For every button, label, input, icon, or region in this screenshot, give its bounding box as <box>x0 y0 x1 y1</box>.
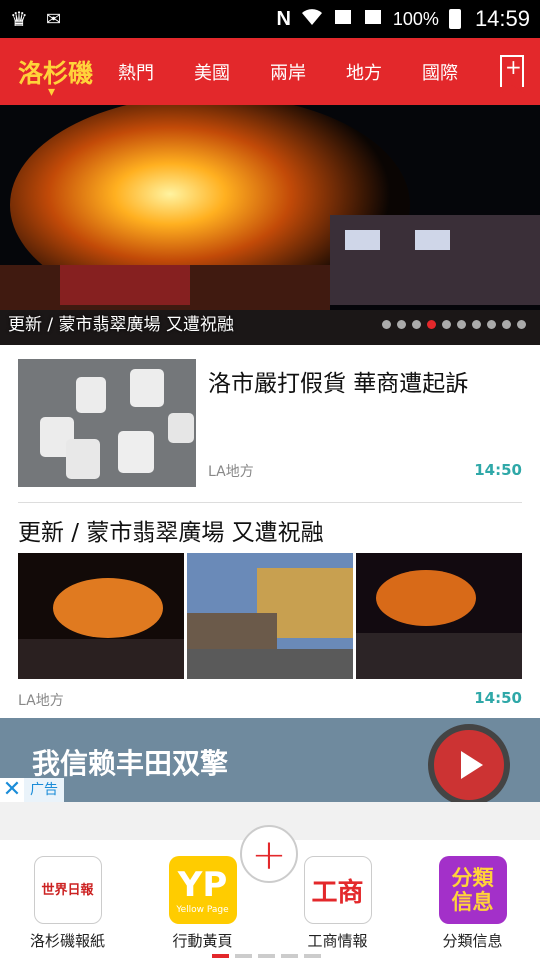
page-dot <box>212 954 229 958</box>
app-label: 洛杉磯報紙 <box>29 932 105 950</box>
app-label: 分類信息 <box>442 932 503 950</box>
newspaper-icon: 世界日報 <box>33 856 102 924</box>
icon-text: 世界日報 <box>41 882 94 898</box>
carousel-dot[interactable] <box>397 320 406 329</box>
chevron-down-icon: ▾ <box>48 83 56 100</box>
signal-icon <box>333 8 353 31</box>
nfc-icon: N <box>276 7 291 30</box>
wifi-icon <box>301 8 323 31</box>
page-dot <box>235 954 252 958</box>
carousel-dot[interactable] <box>412 320 421 329</box>
article-gallery[interactable] <box>18 553 522 679</box>
tab-cross-strait[interactable]: 兩岸 <box>250 59 326 85</box>
close-icon[interactable]: ✕ <box>0 778 24 802</box>
tab-us[interactable]: 美國 <box>174 59 250 85</box>
ad-banner[interactable]: 我信赖丰田双擎 <box>0 718 540 802</box>
battery-icon <box>448 9 461 29</box>
mail-icon: ✉ <box>45 8 62 29</box>
hero-caption: 更新 / 蒙市翡翠廣場 又遭祝融 <box>8 315 234 335</box>
city-label: 洛杉磯 <box>18 58 94 88</box>
gallery-image <box>18 553 184 679</box>
app-classifieds[interactable]: 分類信息 分類信息 <box>405 856 540 951</box>
page-indicator <box>212 954 321 958</box>
article-source: LA地方 <box>208 464 254 480</box>
article-time: 14:50 <box>474 461 522 479</box>
fire-photo <box>0 105 540 345</box>
carousel-dot[interactable] <box>442 320 451 329</box>
classifieds-icon: 分類信息 <box>438 856 507 924</box>
carousel-dot[interactable] <box>427 320 436 329</box>
carousel-dot[interactable] <box>472 320 481 329</box>
carousel-dot[interactable] <box>517 320 526 329</box>
ad-badge: ✕ 广告 <box>0 778 64 802</box>
news-list: 洛市嚴打假貨 華商遭起訴 LA地方 14:50 更新 / 蒙市翡翠廣場 又遭祝融… <box>0 345 540 718</box>
divider <box>18 502 522 503</box>
page-dot <box>281 954 298 958</box>
app-label: 工商情報 <box>307 932 368 950</box>
carousel-dot[interactable] <box>487 320 496 329</box>
bookmark-add-icon[interactable] <box>500 55 524 93</box>
gallery-image <box>187 553 353 679</box>
icon-text: 分類信息 <box>451 866 494 914</box>
article-card[interactable]: 洛市嚴打假貨 華商遭起訴 LA地方 14:50 <box>18 359 522 489</box>
carousel-dot[interactable] <box>457 320 466 329</box>
top-nav: 洛杉磯 ▾ 熱門 美國 兩岸 地方 國際 <box>0 38 540 105</box>
icon-text: YP <box>177 865 228 905</box>
page-dot <box>258 954 275 958</box>
battery-percent: 100% <box>392 8 439 29</box>
article-source: LA地方 <box>18 693 64 709</box>
business-info-icon: 工商 <box>303 856 372 924</box>
carousel-dot[interactable] <box>502 320 511 329</box>
city-selector[interactable]: 洛杉磯 ▾ <box>18 54 98 100</box>
add-button[interactable]: + <box>240 825 298 883</box>
carousel-dot[interactable] <box>382 320 391 329</box>
crown-icon: ♛ <box>10 8 28 31</box>
gallery-image <box>356 553 522 679</box>
app-label: 行動黃頁 <box>172 932 233 950</box>
yellow-pages-icon: YP Yellow Page <box>168 856 237 924</box>
play-icon[interactable] <box>428 724 510 802</box>
tab-local[interactable]: 地方 <box>326 59 402 85</box>
app-newspaper[interactable]: 世界日報 洛杉磯報紙 <box>0 856 135 951</box>
status-bar: ♛ ✉ N 100% 14:59 <box>0 0 540 38</box>
page-dot <box>304 954 321 958</box>
clock: 14:59 <box>474 6 530 31</box>
icon-subtext: Yellow Page <box>176 905 229 915</box>
carousel-indicator <box>382 320 526 329</box>
article-time: 14:50 <box>474 689 522 707</box>
signal-icon-2 <box>363 8 383 31</box>
article-thumbnail <box>18 359 196 487</box>
ad-label: 广告 <box>24 778 64 802</box>
ad-text: 我信赖丰田双擎 <box>32 747 229 780</box>
article-title: 洛市嚴打假貨 華商遭起訴 <box>208 371 469 397</box>
icon-text: 工商 <box>311 877 364 908</box>
article-title[interactable]: 更新 / 蒙市翡翠廣場 又遭祝融 <box>18 513 324 547</box>
hero-carousel[interactable]: 更新 / 蒙市翡翠廣場 又遭祝融 <box>0 105 540 345</box>
tab-hot[interactable]: 熱門 <box>98 59 174 85</box>
tab-international[interactable]: 國際 <box>402 59 478 85</box>
